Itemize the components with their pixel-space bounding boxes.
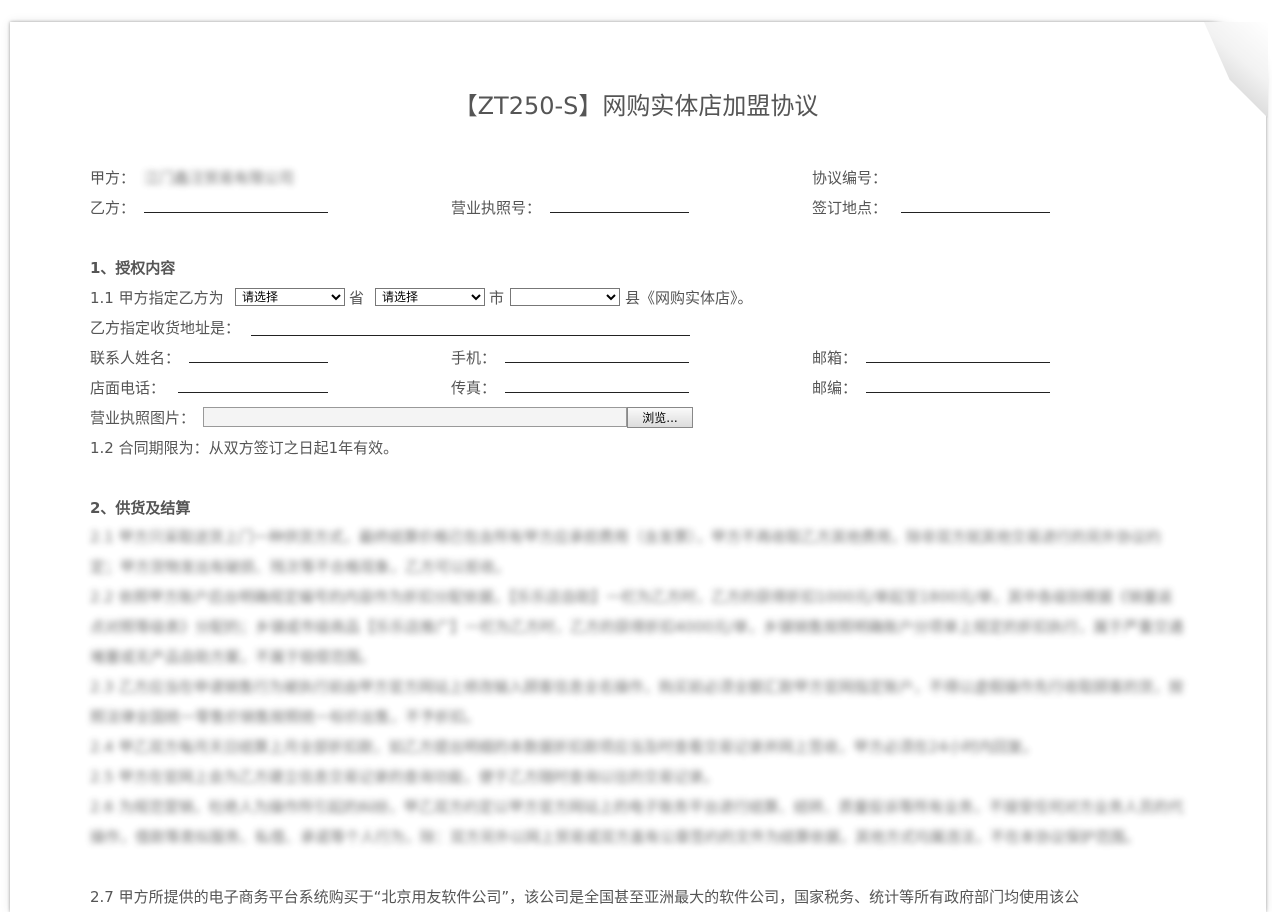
party-b-field[interactable] bbox=[144, 212, 328, 213]
county-select[interactable] bbox=[510, 288, 620, 306]
clause-2-2: 2.2 依照甲方账户后台明确规定编号的内容作为折扣分配依据，【乐乐店自助】一栏为… bbox=[90, 588, 1184, 666]
mobile-label: 手机： bbox=[451, 349, 497, 367]
clause-2-3: 2.3 乙方应当在申请销售行为被执行前由甲方官方网站上修改输入顾客信息全名操作，… bbox=[90, 678, 1184, 726]
province-select[interactable]: 请选择 bbox=[235, 288, 345, 306]
county-suffix: 县《网购实体店》。 bbox=[625, 289, 753, 307]
contact-field[interactable] bbox=[189, 362, 328, 363]
city-select[interactable]: 请选择 bbox=[375, 288, 485, 306]
clause-2-6: 2.6 为规范营销，杜绝人为操作所引起的纠纷，甲乙双方约定以甲方官方网站上的电子… bbox=[90, 798, 1184, 846]
party-a-label: 甲方： bbox=[90, 169, 136, 187]
city-suffix: 市 bbox=[489, 289, 505, 307]
zip-field[interactable] bbox=[866, 392, 1050, 393]
clause-2-5: 2.5 甲方在官网上会为乙方建立信息交易记录的查询功能，便于乙方随时查询以往的交… bbox=[90, 768, 719, 786]
fax-field[interactable] bbox=[505, 392, 689, 393]
province-suffix: 省 bbox=[349, 289, 365, 307]
section1-heading: 1、授权内容 bbox=[90, 259, 176, 277]
phone-label: 店面电话： bbox=[90, 379, 166, 397]
party-a-value: 江门鑫汪贸易有限公司 bbox=[144, 169, 295, 187]
mobile-field[interactable] bbox=[505, 362, 689, 363]
contact-label: 联系人姓名： bbox=[90, 349, 181, 367]
clause-1-1-prefix: 1.1 甲方指定乙方为 bbox=[90, 289, 224, 307]
license-no-field[interactable] bbox=[550, 212, 689, 213]
clause-2-7: 2.7 甲方所提供的电子商务平台系统购买于“北京用友软件公司”，该公司是全国甚至… bbox=[90, 888, 1080, 906]
document-title: 【ZT250-S】网购实体店加盟协议 bbox=[453, 92, 819, 120]
license-image-path-field[interactable] bbox=[203, 407, 627, 427]
agreement-no-label: 协议编号： bbox=[812, 169, 888, 187]
contract-term: 1.2 合同期限为：从双方签订之日起1年有效。 bbox=[90, 439, 399, 457]
address-field[interactable] bbox=[251, 335, 690, 336]
clause-2-1: 2.1 甲方只采取送货上门一种供货方式，最终结算价格已包含所有甲方应承担费用（含… bbox=[90, 528, 1162, 576]
party-b-label: 乙方： bbox=[90, 199, 136, 217]
email-field[interactable] bbox=[866, 362, 1050, 363]
license-image-label: 营业执照图片： bbox=[90, 409, 196, 427]
browse-button[interactable]: 浏览... bbox=[627, 407, 693, 428]
fax-label: 传真： bbox=[451, 379, 497, 397]
sign-place-field[interactable] bbox=[901, 212, 1050, 213]
zip-label: 邮编： bbox=[812, 379, 858, 397]
phone-field[interactable] bbox=[178, 392, 328, 393]
email-label: 邮箱： bbox=[812, 349, 858, 367]
license-no-label: 营业执照号： bbox=[451, 199, 542, 217]
clause-2-4: 2.4 甲乙双方每月天日结算上月全部折扣款，如乙方提出明细的本数据折扣款项应当及… bbox=[90, 738, 1038, 756]
address-label: 乙方指定收货地址是： bbox=[90, 319, 241, 337]
sign-place-label: 签订地点： bbox=[812, 199, 888, 217]
section2-heading: 2、供货及结算 bbox=[90, 499, 191, 517]
